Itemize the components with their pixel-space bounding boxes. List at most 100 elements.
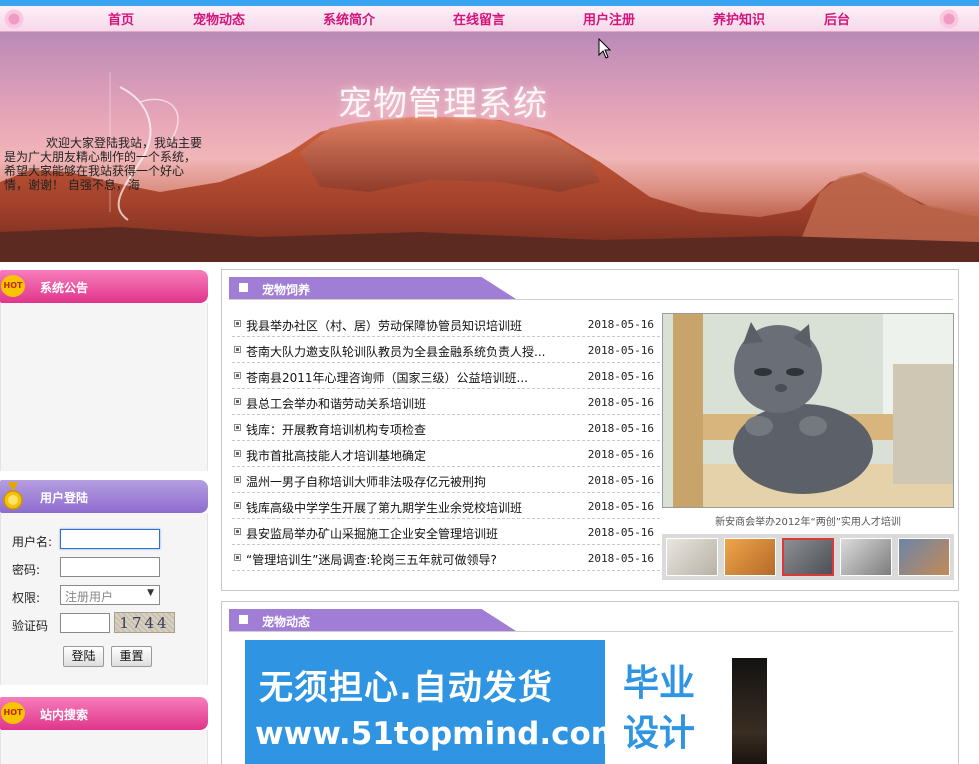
notice-header: HOT 系统公告 [0, 270, 208, 310]
search-body [0, 730, 208, 764]
login-header-label: 用户登陆 [40, 491, 89, 505]
bullet-icon [234, 424, 241, 431]
login-button[interactable]: 登陆 [63, 646, 104, 667]
pet-news-photo[interactable] [732, 658, 767, 764]
notice-text: 欢迎大家登陆我站，我站主要是为广大朋友精心制作的一个系统，希望大家能够在我站获得… [4, 136, 203, 192]
news-title[interactable]: 县安监局举办矿山采掘施工企业安全管理培训班 [246, 525, 566, 542]
news-item[interactable]: 县总工会举办和谐劳动关系培训班 2018-05-16 [232, 389, 660, 415]
news-item[interactable]: 苍南县2011年心理咨询师（国家三级）公益培训班... 2018-05-16 [232, 363, 660, 389]
news-title[interactable]: 我县举办社区（村、居）劳动保障协管员知识培训班 [246, 317, 566, 334]
thumbnail-strip [662, 534, 954, 580]
news-date: 2018-05-16 [587, 318, 654, 331]
bullet-icon [234, 528, 241, 535]
reset-button[interactable]: 重置 [111, 646, 152, 667]
news-date: 2018-05-16 [587, 422, 654, 435]
news-item[interactable]: 苍南大队力邀支队轮训队教员为全县金融系统负责人授... 2018-05-16 [232, 337, 660, 363]
banner-title: 宠物管理系统 [338, 84, 548, 124]
flower-ornament-icon [935, 6, 963, 32]
pet-news-header-label: 宠物动态 [262, 615, 311, 629]
news-title[interactable]: 温州一男子自称培训大师非法吸存亿元被刑拘 [246, 473, 566, 490]
nav-item-pet-news[interactable]: 宠物动态 [193, 9, 245, 28]
search-header-label: 站内搜索 [40, 708, 89, 722]
news-item[interactable]: “管理培训生”迷局调查:轮岗三五年就可做领导? 2018-05-16 [232, 545, 660, 571]
thumbnail-dogs[interactable] [898, 538, 950, 576]
bullet-icon [234, 346, 241, 353]
hot-badge-icon: HOT [1, 275, 25, 297]
news-date: 2018-05-16 [587, 474, 654, 487]
cat-photo-image [663, 314, 953, 507]
bullet-icon [234, 372, 241, 379]
page: 首页 宠物动态 系统简介 在线留言 用户注册 养护知识 后台 宠物管理系统 HO… [0, 0, 979, 764]
news-title[interactable]: 苍南大队力邀支队轮训队教员为全县金融系统负责人授... [246, 343, 566, 360]
news-item[interactable]: 钱库：开展教育培训机构专项检查 2018-05-16 [232, 415, 660, 441]
news-date: 2018-05-16 [587, 526, 654, 539]
hot-badge-icon: HOT [1, 702, 25, 724]
flower-ornament-icon [0, 6, 28, 32]
news-date: 2018-05-16 [587, 448, 654, 461]
captcha-input[interactable] [60, 613, 110, 633]
news-item[interactable]: 县安监局举办矿山采掘施工企业安全管理培训班 2018-05-16 [232, 519, 660, 545]
ad-badge-top: 毕业 [623, 663, 696, 704]
ad-badge: 毕业 设计 [605, 640, 732, 764]
username-label: 用户名: [12, 535, 53, 549]
mouse-cursor-icon [598, 38, 612, 59]
password-input[interactable] [60, 557, 160, 577]
thumbnail-cat-gray[interactable] [782, 538, 834, 576]
watermark-ad: 无须担心.自动发货 www.51topmind.com 毕业 设计 [245, 640, 732, 764]
nav-item-about[interactable]: 系统简介 [323, 9, 375, 28]
notice-body [0, 303, 208, 471]
ad-badge-bottom: 设计 [623, 713, 696, 754]
thumbnail-husky[interactable] [840, 538, 892, 576]
main-nav: 首页 宠物动态 系统简介 在线留言 用户注册 养护知识 后台 [0, 6, 979, 32]
news-item[interactable]: 我市首批高技能人才培训基地确定 2018-05-16 [232, 441, 660, 467]
bullet-icon [234, 398, 241, 405]
photo-caption: 新安商会举办2012年“两创”实用人才培训 [715, 517, 901, 528]
login-header: 用户登陆 [0, 480, 208, 520]
pet-care-panel: 宠物饲养 我县举办社区（村、居）劳动保障协管员知识培训班 2018-05-16 … [221, 269, 959, 591]
captcha-image[interactable]: 1744 [114, 612, 175, 633]
role-select[interactable]: 注册用户 ▼ [60, 585, 160, 605]
news-title[interactable]: “管理培训生”迷局调查:轮岗三五年就可做领导? [246, 551, 566, 568]
ad-url: www.51topmind.com [255, 716, 624, 752]
news-item[interactable]: 我县举办社区（村、居）劳动保障协管员知识培训班 2018-05-16 [232, 311, 660, 337]
notice-header-label: 系统公告 [40, 281, 89, 295]
square-bullet-icon [239, 283, 248, 292]
pet-care-header-label: 宠物饲养 [262, 283, 311, 297]
news-title[interactable]: 我市首批高技能人才培训基地确定 [246, 447, 566, 464]
square-bullet-icon [239, 615, 248, 624]
nav-item-home[interactable]: 首页 [108, 9, 134, 28]
pet-care-header: 宠物饲养 [229, 277, 516, 299]
news-date: 2018-05-16 [587, 500, 654, 513]
news-title[interactable]: 钱库：开展教育培训机构专项检查 [246, 421, 566, 438]
bullet-icon [234, 450, 241, 457]
nav-item-guestbook[interactable]: 在线留言 [453, 9, 505, 28]
news-date: 2018-05-16 [587, 370, 654, 383]
nav-item-register[interactable]: 用户注册 [583, 9, 635, 28]
news-date: 2018-05-16 [587, 344, 654, 357]
medal-icon [3, 482, 23, 510]
bullet-icon [234, 320, 241, 327]
news-title[interactable]: 钱库高级中学学生开展了第九期学生业余党校培训班 [246, 499, 566, 516]
bullet-icon [234, 476, 241, 483]
role-label: 权限: [12, 591, 41, 605]
header-divider [229, 299, 953, 300]
news-date: 2018-05-16 [587, 552, 654, 565]
thumbnail-cat-orange[interactable] [724, 538, 776, 576]
nav-item-admin[interactable]: 后台 [824, 9, 850, 28]
search-header: HOT 站内搜索 [0, 697, 208, 737]
header-divider [229, 631, 953, 632]
news-title[interactable]: 县总工会举办和谐劳动关系培训班 [246, 395, 566, 412]
bullet-icon [234, 502, 241, 509]
username-input[interactable] [60, 529, 160, 549]
featured-cat-photo[interactable] [662, 313, 954, 508]
ad-slogan: 无须担心.自动发货 [259, 668, 553, 708]
bullet-icon [234, 554, 241, 561]
news-item[interactable]: 钱库高级中学学生开展了第九期学生业余党校培训班 2018-05-16 [232, 493, 660, 519]
pet-news-header: 宠物动态 [229, 609, 516, 631]
nav-item-care-knowledge[interactable]: 养护知识 [713, 9, 765, 28]
news-title[interactable]: 苍南县2011年心理咨询师（国家三级）公益培训班... [246, 369, 566, 386]
news-item[interactable]: 温州一男子自称培训大师非法吸存亿元被刑拘 2018-05-16 [232, 467, 660, 493]
thumbnail-dog-1[interactable] [666, 538, 718, 576]
news-date: 2018-05-16 [587, 396, 654, 409]
role-select-value: 注册用户 [65, 590, 114, 604]
